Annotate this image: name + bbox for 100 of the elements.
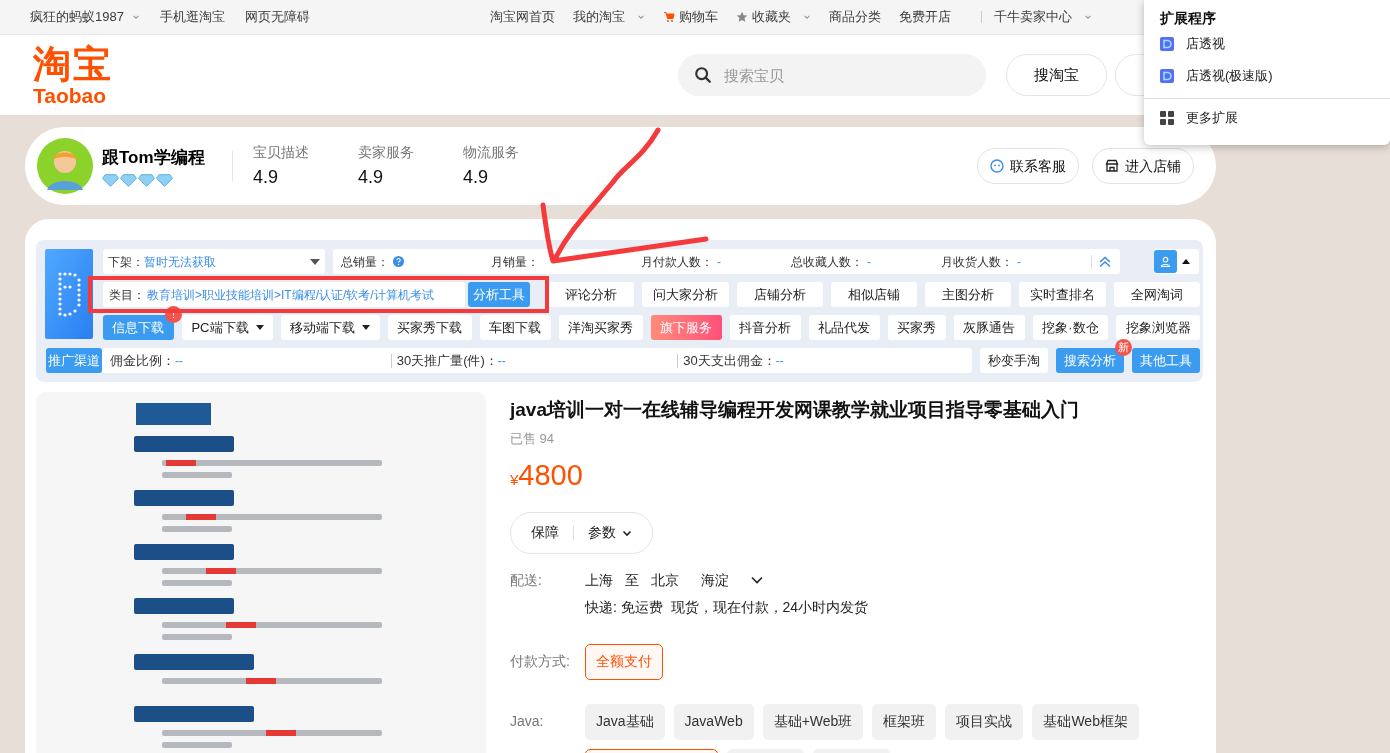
tool-button[interactable]: 实时查排名 — [1019, 282, 1106, 307]
stat-label: 总收藏人数： — [791, 253, 863, 271]
caret-down-icon — [362, 325, 371, 330]
origin-city: 上海 — [585, 570, 613, 590]
search-field[interactable]: 搜索宝贝 — [678, 54, 986, 96]
stat-label: 总销量： — [341, 253, 389, 271]
tool-button[interactable]: 移动端下载 — [281, 315, 380, 340]
avatar-icon — [37, 138, 93, 194]
option-chip[interactable]: 基础+Web班 — [762, 703, 864, 740]
rating-label: 卖家服务 — [358, 142, 415, 162]
chat-icon — [990, 159, 1004, 173]
rating-value: 4.9 — [253, 165, 280, 189]
chevron-down-icon — [751, 575, 763, 585]
cart-icon — [663, 11, 675, 23]
option-chip[interactable]: 框架班 — [872, 703, 937, 740]
rating-value: 4.9 — [358, 165, 385, 189]
tool-button[interactable]: 相似店铺 — [830, 282, 918, 307]
tool-button[interactable]: 秒变手淘 — [980, 348, 1048, 373]
delist-label: 下架： — [108, 253, 144, 271]
extension-item[interactable]: 店透视(极速版) — [1144, 60, 1390, 92]
stat-value: - — [1017, 253, 1021, 271]
shop-name: 跟Tom学编程 — [102, 147, 206, 170]
store-icon — [1105, 159, 1119, 173]
stat-label: 月销量： — [491, 253, 539, 271]
info-tab[interactable]: 参数 — [588, 522, 632, 543]
help-icon — [393, 256, 404, 267]
collapse-icon — [1098, 254, 1112, 269]
tool-button[interactable]: 洋淘买家秀 — [558, 315, 643, 340]
plugin-logo-icon — [45, 249, 93, 339]
info-tab[interactable]: 保障 — [531, 522, 559, 543]
delivery-label: 配送: — [510, 570, 543, 590]
tool-button[interactable]: 全网淘词 — [1113, 282, 1200, 307]
notification-badge: 新 — [1115, 339, 1132, 356]
option-chip[interactable]: Java基础 — [585, 703, 665, 740]
search-button[interactable]: 搜淘宝 — [1006, 54, 1107, 96]
option-chip[interactable]: JavaWeb — [673, 703, 754, 740]
option-label: 付款方式: — [510, 652, 571, 671]
tool-button[interactable]: PC端下载 — [181, 315, 273, 340]
top-link[interactable]: 购物车 — [663, 7, 718, 27]
top-link[interactable]: 手机逛淘宝 — [159, 7, 225, 27]
stat-label: 月付款人数： — [641, 253, 713, 271]
metric-label: 30天推广量(件)： — [396, 351, 498, 370]
option-chip[interactable]: 项目实战 — [945, 703, 1024, 740]
metric-label: 30天支出佣金： — [683, 351, 776, 370]
option-label: Java: — [510, 712, 545, 731]
rating-value: 4.9 — [463, 165, 490, 189]
search-icon — [694, 66, 712, 84]
top-link[interactable]: 收藏夹 — [736, 7, 811, 27]
metric-value: -- — [775, 352, 784, 370]
tool-button[interactable]: 抖音分析 — [729, 315, 801, 340]
destination-selector[interactable]: 北京 海淀 — [651, 569, 763, 591]
grid-icon — [1160, 111, 1174, 125]
diamond-icon — [102, 173, 119, 187]
caret-down-icon — [255, 325, 264, 330]
top-link[interactable]: 千牛卖家中心 — [994, 7, 1092, 27]
tool-button[interactable]: 礼品代发 — [808, 315, 880, 340]
category-path: 教育培训>职业技能培训>IT编程/认证/软考/计算机考试 — [147, 286, 434, 304]
tool-button[interactable]: 评论分析 — [548, 282, 635, 307]
diamond-icon — [138, 173, 155, 187]
product-title: java培训一对一在线辅导编程开发网课教学就业项目指导零基础入门 — [510, 398, 1080, 422]
extension-item[interactable]: 店透视 — [1144, 28, 1390, 60]
tool-button[interactable]: 灰豚通告 — [953, 315, 1025, 340]
user-button[interactable] — [1154, 250, 1177, 273]
top-link[interactable]: 免费开店 — [899, 7, 951, 27]
extension-icon — [1160, 69, 1174, 83]
tool-button[interactable]: 买家秀下载 — [387, 315, 472, 340]
stat-label: 月收货人数： — [941, 253, 1013, 271]
diamond-icon — [156, 173, 173, 187]
top-link[interactable]: 商品分类 — [829, 7, 881, 27]
top-link[interactable]: 疯狂的蚂蚁1987 — [30, 7, 140, 27]
tool-button[interactable]: 店铺分析 — [736, 282, 823, 307]
delist-value: 暂时无法获取 — [144, 253, 217, 271]
tool-button[interactable]: 主图分析 — [925, 282, 1012, 307]
rating-label: 宝贝描述 — [253, 142, 310, 162]
option-chip[interactable]: 基础Web框架 — [1032, 703, 1139, 740]
delist-dropdown[interactable]: 下架：暂时无法获取 — [103, 249, 325, 274]
tool-button[interactable]: 问大家分析 — [642, 282, 729, 307]
metric-value: -- — [175, 352, 183, 370]
tool-button[interactable]: 挖象浏览器 — [1116, 315, 1200, 340]
top-link[interactable]: 网页无障碍 — [244, 7, 310, 27]
route-word: 至 — [625, 570, 639, 590]
tool-button[interactable]: 买家秀 — [887, 315, 946, 340]
user-icon — [1160, 256, 1171, 267]
top-link[interactable]: 我的淘宝 — [573, 7, 645, 27]
metric-label: 佣金比例： — [110, 351, 175, 370]
category-label: 类目： — [109, 286, 145, 304]
stat-value: - — [717, 253, 721, 271]
more-extensions-item[interactable]: 更多扩展 — [1144, 103, 1390, 133]
stat-value: - — [867, 253, 871, 271]
metric-value: -- — [497, 352, 506, 370]
channel-label: 推广渠道 — [46, 348, 102, 373]
sold-count: 已售 94 — [510, 429, 556, 448]
star-icon — [736, 11, 748, 23]
caret-up-icon — [1182, 259, 1190, 264]
top-link[interactable]: 淘宝网首页 — [490, 7, 555, 27]
caret-down-icon — [310, 258, 320, 265]
diamond-icon — [120, 173, 137, 187]
tool-button[interactable]: 挖象·数仓 — [1032, 315, 1109, 340]
tool-button[interactable]: 车图下载 — [479, 315, 551, 340]
delivery-detail: 快递: 免运费 现货，现在付款，24小时内发货 — [585, 597, 869, 617]
